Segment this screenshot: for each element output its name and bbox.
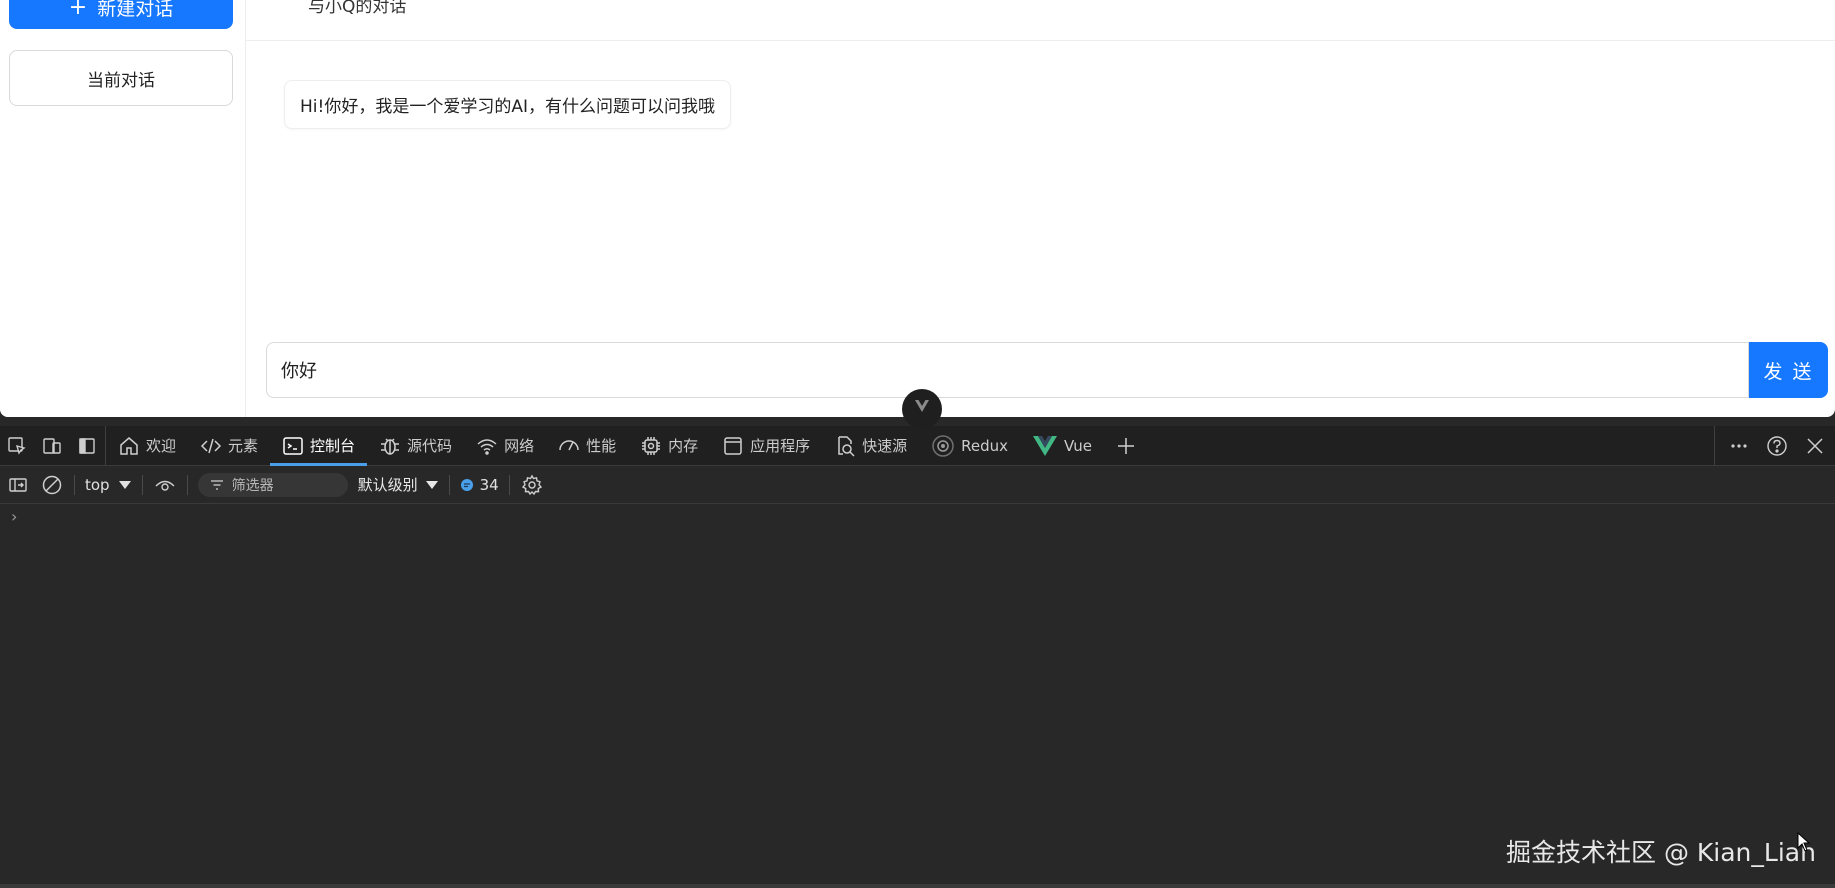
tab-welcome[interactable]: 欢迎 [106, 426, 188, 466]
more-options-icon[interactable] [1727, 434, 1751, 458]
plus-icon: + [68, 0, 88, 20]
tab-label: 网络 [504, 437, 535, 455]
filter-icon [210, 479, 223, 490]
wifi-icon [477, 438, 497, 455]
console-icon [283, 436, 303, 455]
caret-down-icon [118, 480, 131, 489]
chat-app: + 新建对话 当前对话 与小Q的对话 Hi!你好，我是一个爱学习的AI，有什么问… [0, 0, 1835, 417]
tab-memory[interactable]: 内存 [628, 426, 710, 466]
close-icon[interactable] [1803, 434, 1827, 458]
tab-application[interactable]: 应用程序 [710, 426, 822, 466]
settings-gear-icon[interactable] [520, 473, 544, 497]
context-selector[interactable]: top [85, 476, 132, 494]
context-value: top [85, 475, 110, 494]
message-icon [460, 478, 473, 491]
separator [141, 474, 143, 495]
watermark: 掘金技术社区 @ Kian_Lian [1506, 838, 1816, 867]
tab-quick-source[interactable]: 快速源 [822, 426, 919, 466]
tab-vue[interactable]: Vue [1020, 426, 1104, 466]
plus-icon [1118, 437, 1135, 454]
inspect-element-icon[interactable] [5, 434, 29, 458]
caret-down-icon [425, 480, 438, 489]
clear-console-icon[interactable] [40, 473, 64, 497]
search-file-icon [838, 435, 855, 457]
new-chat-button[interactable]: + 新建对话 [9, 0, 233, 29]
tab-label: 控制台 [310, 437, 356, 455]
bug-icon [381, 437, 400, 455]
chat-title: 与小Q的对话 [308, 0, 407, 17]
eye-icon[interactable] [153, 473, 177, 497]
chat-main: 与小Q的对话 Hi!你好，我是一个爱学习的AI，有什么问题可以问我哦 发 送 [246, 0, 1835, 417]
chip-icon [642, 436, 661, 455]
chat-input[interactable] [266, 342, 1749, 398]
tab-network[interactable]: 网络 [464, 426, 546, 466]
devtools-tab-bar: 欢迎 元素 控制台 源代码 网络 性能 内存 应用程序 快速源 Redux Vu… [0, 425, 1835, 466]
console-toolbar: top 筛选器 默认级别 34 [0, 466, 1835, 504]
log-level-value: 默认级别 [357, 476, 418, 494]
separator [74, 474, 75, 495]
log-level-selector[interactable]: 默认级别 [358, 474, 439, 495]
tab-label: 元素 [228, 437, 259, 455]
devtools-left-tools [0, 425, 106, 466]
new-chat-label: 新建对话 [97, 0, 174, 20]
vue-devtools-toggle-icon[interactable] [902, 389, 942, 429]
gauge-icon [559, 439, 579, 450]
message-count-badge[interactable]: 34 [460, 476, 499, 494]
tab-label: 应用程序 [750, 437, 811, 455]
dock-panel-icon[interactable] [75, 434, 99, 458]
filter-placeholder: 筛选器 [231, 477, 274, 494]
tab-console[interactable]: 控制台 [270, 426, 368, 466]
sidebar: + 新建对话 当前对话 [0, 0, 246, 417]
chat-header: 与小Q的对话 [246, 0, 1835, 41]
tab-label: 欢迎 [146, 437, 177, 455]
tab-label: 性能 [586, 437, 617, 455]
ai-message-bubble: Hi!你好，我是一个爱学习的AI，有什么问题可以问我哦 [284, 80, 731, 129]
send-button[interactable]: 发 送 [1749, 342, 1828, 398]
input-row: 发 送 [266, 342, 1828, 398]
help-icon[interactable] [1765, 434, 1789, 458]
console-prompt: › [11, 507, 18, 526]
tab-label: 快速源 [862, 437, 908, 455]
console-output[interactable]: › [0, 504, 1835, 884]
tab-sources[interactable]: 源代码 [367, 426, 464, 466]
status-strip [0, 884, 1835, 888]
separator [186, 474, 188, 495]
redux-icon [932, 434, 954, 457]
message-count: 34 [479, 475, 499, 494]
current-chat-item[interactable]: 当前对话 [9, 50, 233, 106]
code-icon [200, 438, 222, 453]
tab-label: 内存 [668, 437, 699, 455]
tab-performance[interactable]: 性能 [546, 426, 628, 466]
tab-label: Vue [1064, 436, 1093, 455]
device-emulation-icon[interactable] [40, 434, 64, 458]
tab-elements[interactable]: 元素 [188, 426, 270, 466]
vue-icon [1033, 435, 1058, 456]
filter-input[interactable]: 筛选器 [197, 472, 348, 497]
tab-redux[interactable]: Redux [919, 426, 1020, 466]
tab-label: 源代码 [407, 437, 453, 455]
tab-label: Redux [961, 436, 1009, 455]
home-icon [120, 436, 138, 455]
window-icon [724, 436, 742, 455]
sidebar-toggle-icon[interactable] [6, 473, 30, 497]
devtools-right-tools [1714, 425, 1835, 466]
add-tab-button[interactable] [1104, 426, 1148, 466]
separator [508, 474, 510, 495]
separator [448, 474, 450, 495]
mouse-cursor-icon [1797, 832, 1811, 852]
